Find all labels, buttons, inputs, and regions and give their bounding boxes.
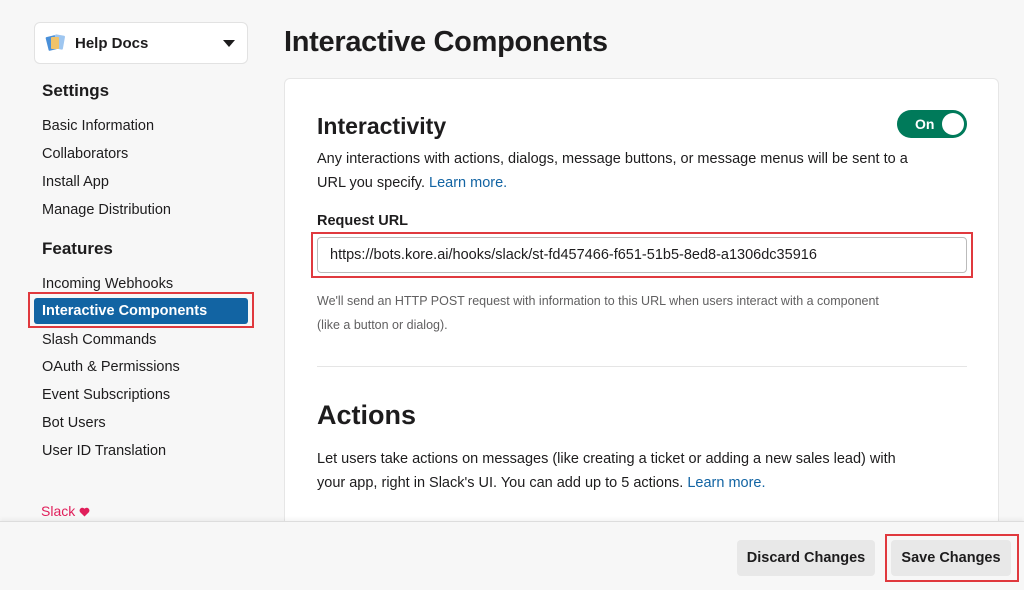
slack-link-label: Slack	[41, 503, 76, 519]
sidebar-item-install-app[interactable]: Install App	[42, 174, 109, 190]
interactivity-description: Any interactions with actions, dialogs, …	[317, 147, 977, 195]
request-url-help-line2: (like a button or dialog).	[317, 318, 448, 332]
sidebar-item-basic-information[interactable]: Basic Information	[42, 118, 154, 134]
toggle-knob	[942, 113, 964, 135]
sidebar-item-interactive-components[interactable]: Interactive Components	[34, 298, 248, 324]
actions-learn-more-link[interactable]: Learn more.	[687, 475, 765, 491]
request-url-label: Request URL	[317, 213, 409, 229]
interactivity-description-line1: Any interactions with actions, dialogs, …	[317, 151, 908, 167]
sidebar-item-oauth-permissions[interactable]: OAuth & Permissions	[42, 359, 180, 375]
request-url-help-line1: We'll send an HTTP POST request with inf…	[317, 294, 879, 308]
heart-icon	[79, 507, 90, 517]
sidebar-item-bot-users[interactable]: Bot Users	[42, 415, 106, 431]
settings-heading: Settings	[42, 81, 110, 100]
toggle-label: On	[915, 116, 935, 132]
docs-app-icon	[45, 33, 67, 53]
caret-down-icon	[223, 39, 235, 47]
sidebar-item-slash-commands[interactable]: Slash Commands	[42, 332, 156, 348]
actions-title: Actions	[317, 400, 417, 430]
section-divider	[317, 366, 967, 367]
interactivity-toggle[interactable]: On	[897, 110, 967, 138]
features-heading: Features	[42, 239, 113, 258]
footer-bar: Discard Changes Save Changes	[0, 521, 1024, 590]
sidebar-item-manage-distribution[interactable]: Manage Distribution	[42, 202, 171, 218]
interactivity-learn-more-link[interactable]: Learn more.	[429, 175, 507, 191]
discard-changes-button[interactable]: Discard Changes	[737, 540, 875, 576]
save-changes-button[interactable]: Save Changes	[891, 540, 1011, 576]
actions-description-line2: your app, right in Slack's UI. You can a…	[317, 475, 684, 491]
actions-description: Let users take actions on messages (like…	[317, 447, 977, 495]
interactivity-title: Interactivity	[317, 113, 447, 139]
app-name: Help Docs	[75, 34, 149, 52]
page-title: Interactive Components	[284, 26, 608, 58]
sidebar-item-collaborators[interactable]: Collaborators	[42, 146, 128, 162]
slack-footer-link[interactable]: Slack	[41, 503, 90, 519]
interactivity-description-line2: URL you specify.	[317, 175, 425, 191]
request-url-input[interactable]	[317, 237, 967, 273]
sidebar-item-user-id-translation[interactable]: User ID Translation	[42, 443, 166, 459]
app-switcher[interactable]: Help Docs	[34, 22, 248, 64]
settings-card: Interactivity On Any interactions with a…	[284, 78, 999, 528]
request-url-help: We'll send an HTTP POST request with inf…	[317, 289, 967, 337]
sidebar-item-incoming-webhooks[interactable]: Incoming Webhooks	[42, 276, 173, 292]
sidebar-item-event-subscriptions[interactable]: Event Subscriptions	[42, 387, 170, 403]
actions-description-line1: Let users take actions on messages (like…	[317, 451, 896, 467]
